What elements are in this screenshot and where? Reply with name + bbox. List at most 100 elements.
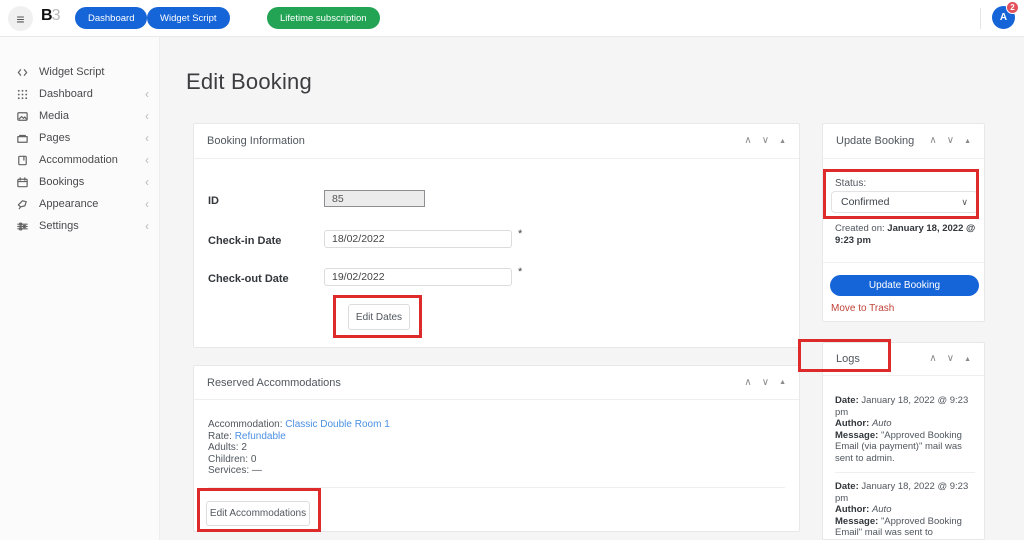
edit-dates-button[interactable]: Edit Dates (348, 304, 410, 330)
sidebar-item-label: Widget Script (39, 66, 105, 78)
sidebar-item-appearance[interactable]: Appearance ‹ (0, 193, 159, 215)
panel-title: Update Booking (836, 135, 915, 147)
panel-header: Reserved Accommodations ∧ ∨ ▲ (194, 366, 799, 400)
log-message-label: Message: (835, 515, 881, 527)
chevron-left-icon: ‹ (145, 219, 149, 233)
update-booking-button[interactable]: Update Booking (830, 275, 979, 296)
chevron-left-icon: ‹ (145, 175, 149, 189)
divider (835, 472, 975, 473)
panel-title: Logs (836, 353, 860, 365)
accommodation-row: Accommodation: Classic Double Room 1 (208, 419, 390, 431)
reserved-accommodations-panel: Reserved Accommodations ∧ ∨ ▲ Accommodat… (193, 365, 800, 532)
sidebar-item-widget-script[interactable]: Widget Script (0, 61, 159, 83)
services-label: Services: (208, 465, 250, 477)
divider (823, 262, 984, 263)
topbar-divider (980, 8, 981, 29)
children-row: Children: 0 (208, 454, 390, 466)
move-to-trash-link[interactable]: Move to Trash (831, 303, 894, 314)
notification-badge: 2 (1006, 1, 1019, 14)
rate-link[interactable]: Refundable (235, 431, 286, 442)
collapse-icon[interactable]: ▲ (779, 379, 786, 386)
collapse-icon[interactable]: ▲ (964, 138, 971, 145)
chevron-left-icon: ‹ (145, 197, 149, 211)
logs-panel: Logs ∧ ∨ ▲ Date: January 18, 2022 @ 9:23… (822, 342, 985, 540)
move-down-icon[interactable]: ∨ (762, 377, 769, 388)
rate-label: Rate: (208, 430, 232, 442)
page-title: Edit Booking (186, 69, 312, 94)
sliders-icon (15, 219, 29, 233)
sidebar-item-pages[interactable]: Pages ‹ (0, 127, 159, 149)
collapse-icon[interactable]: ▲ (964, 356, 971, 363)
log-date-label: Date: (835, 395, 862, 406)
sidebar-item-bookings[interactable]: Bookings ‹ (0, 171, 159, 193)
booking-information-panel: Booking Information ∧ ∨ ▲ ID Check-in Da… (193, 123, 800, 348)
sidebar-item-settings[interactable]: Settings ‹ (0, 215, 159, 237)
accommodation-label: Accommodation: (208, 419, 283, 430)
brush-icon (15, 197, 29, 211)
sidebar-item-accommodation[interactable]: Accommodation ‹ (0, 149, 159, 171)
sidebar-item-label: Bookings (39, 176, 85, 188)
update-booking-panel: Update Booking ∧ ∨ ▲ Status: Confirmed ∨… (822, 123, 985, 322)
sidebar-item-media[interactable]: Media ‹ (0, 105, 159, 127)
checkin-field[interactable] (324, 230, 512, 248)
dashboard-button[interactable]: Dashboard (75, 7, 148, 29)
log-author-label: Author: (835, 418, 872, 429)
checkout-field[interactable] (324, 268, 512, 286)
move-up-icon[interactable]: ∧ (929, 354, 936, 364)
id-label: ID (208, 195, 219, 207)
sidebar-item-label: Media (39, 110, 69, 122)
status-selected-value: Confirmed (841, 196, 890, 208)
services-row: Services: — (208, 465, 390, 477)
checkin-label: Check-in Date (208, 235, 282, 247)
sidebar-item-label: Dashboard (39, 88, 93, 100)
topbar: ≡ B3 Dashboard Widget Script Lifetime su… (0, 0, 1024, 37)
log-author-value: Auto (871, 504, 892, 515)
hamburger-menu-icon[interactable]: ≡ (8, 6, 33, 31)
panel-header: Update Booking ∧ ∨ ▲ (823, 124, 984, 159)
book-icon (15, 153, 29, 167)
code-icon (15, 65, 29, 79)
image-icon (15, 109, 29, 123)
logo-letter: B (41, 7, 53, 24)
panel-header: Logs ∧ ∨ ▲ (823, 343, 984, 376)
created-on-label: Created on: (835, 223, 888, 234)
calendar-icon (15, 175, 29, 189)
panel-title: Booking Information (207, 135, 305, 147)
sidebar-item-label: Pages (39, 132, 71, 144)
services-value: — (251, 465, 262, 477)
move-up-icon[interactable]: ∧ (929, 136, 936, 146)
chevron-left-icon: ‹ (145, 131, 149, 145)
children-label: Children: (208, 453, 249, 465)
app-logo: B3 (41, 7, 61, 25)
sidebar-item-label: Settings (39, 220, 79, 232)
logo-mark: 3 (51, 7, 61, 24)
chevron-left-icon: ‹ (145, 153, 149, 167)
panel-title: Reserved Accommodations (207, 376, 341, 389)
edit-accommodations-button[interactable]: Edit Accommodations (206, 501, 310, 526)
move-up-icon[interactable]: ∧ (744, 377, 751, 388)
checkout-label: Check-out Date (208, 273, 289, 285)
log-entry: Date: January 18, 2022 @ 9:23 pm Author:… (835, 395, 975, 464)
folder-icon (15, 131, 29, 145)
sidebar-item-dashboard[interactable]: Dashboard ‹ (0, 83, 159, 105)
sidebar: Widget Script Dashboard ‹ Media ‹ Pages … (0, 37, 160, 540)
log-entry: Date: January 18, 2022 @ 9:23 pm Author:… (835, 481, 975, 539)
move-up-icon[interactable]: ∧ (744, 136, 751, 146)
chevron-left-icon: ‹ (145, 87, 149, 101)
created-on-text: Created on: January 18, 2022 @ 9:23 pm (835, 223, 977, 247)
sidebar-item-label: Appearance (39, 198, 99, 210)
move-down-icon[interactable]: ∨ (947, 354, 954, 364)
widget-script-button[interactable]: Widget Script (147, 7, 230, 29)
chevron-down-icon: ∨ (961, 196, 968, 207)
chevron-left-icon: ‹ (145, 109, 149, 123)
status-select[interactable]: Confirmed ∨ (831, 191, 978, 213)
id-field (324, 190, 425, 207)
move-down-icon[interactable]: ∨ (762, 136, 769, 146)
move-down-icon[interactable]: ∨ (947, 136, 954, 146)
children-value: 0 (250, 453, 257, 465)
accommodation-link[interactable]: Classic Double Room 1 (285, 419, 390, 430)
lifetime-subscription-button[interactable]: Lifetime subscription (267, 7, 380, 29)
collapse-icon[interactable]: ▲ (779, 138, 786, 145)
log-date-label: Date: (835, 481, 862, 492)
log-author-value: Auto (871, 418, 892, 429)
